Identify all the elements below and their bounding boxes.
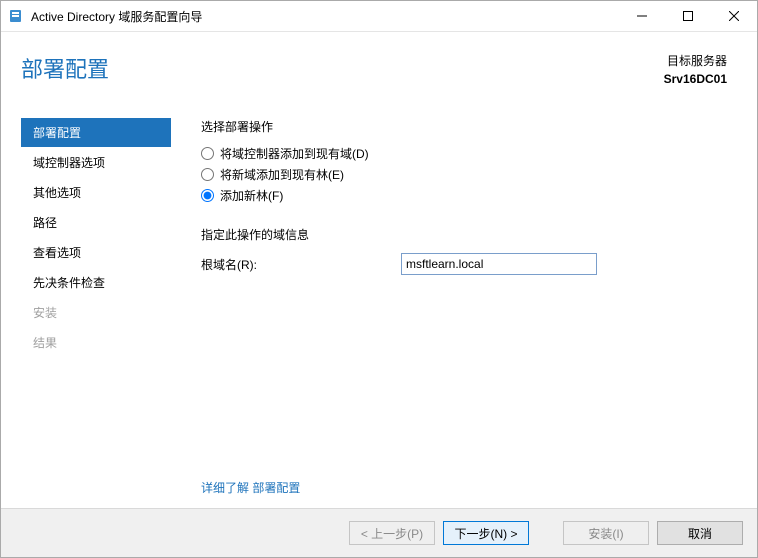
- minimize-icon: [637, 11, 647, 21]
- sidebar-item-0[interactable]: 部署配置: [21, 118, 171, 147]
- deployment-radio-label-0: 将域控制器添加到现有域(D): [220, 145, 369, 162]
- next-button[interactable]: 下一步(N) >: [443, 521, 529, 545]
- sidebar-item-4[interactable]: 查看选项: [21, 238, 171, 267]
- root-domain-input[interactable]: [401, 253, 597, 275]
- sidebar-item-3[interactable]: 路径: [21, 208, 171, 237]
- deployment-radio-1[interactable]: 将新域添加到现有林(E): [201, 166, 717, 183]
- deployment-radio-label-1: 将新域添加到现有林(E): [220, 166, 344, 183]
- app-icon: [9, 8, 25, 24]
- page-title: 部署配置: [21, 52, 664, 84]
- sidebar-item-5[interactable]: 先决条件检查: [21, 268, 171, 297]
- deployment-radio-input-1[interactable]: [201, 168, 214, 181]
- previous-button[interactable]: < 上一步(P): [349, 521, 435, 545]
- titlebar: Active Directory 域服务配置向导: [1, 1, 757, 32]
- deployment-radio-input-2[interactable]: [201, 189, 214, 202]
- install-button[interactable]: 安装(I): [563, 521, 649, 545]
- wizard-body: 部署配置域控制器选项其他选项路径查看选项先决条件检查安装结果 选择部署操作 将域…: [1, 98, 757, 508]
- wizard-sidebar: 部署配置域控制器选项其他选项路径查看选项先决条件检查安装结果: [1, 98, 171, 508]
- deployment-radio-0[interactable]: 将域控制器添加到现有域(D): [201, 145, 717, 162]
- root-domain-row: 根域名(R):: [201, 253, 717, 275]
- sidebar-item-2[interactable]: 其他选项: [21, 178, 171, 207]
- wizard-content: 选择部署操作 将域控制器添加到现有域(D) 将新域添加到现有林(E) 添加新林(F)…: [171, 98, 757, 508]
- wizard-footer: < 上一步(P) 下一步(N) > 安装(I) 取消: [1, 508, 757, 557]
- deployment-radio-input-0[interactable]: [201, 147, 214, 160]
- cancel-button[interactable]: 取消: [657, 521, 743, 545]
- domain-info-label: 指定此操作的域信息: [201, 226, 717, 243]
- root-domain-label: 根域名(R):: [201, 256, 401, 273]
- wizard-header: 部署配置 目标服务器 Srv16DC01: [1, 32, 757, 98]
- select-operation-label: 选择部署操作: [201, 118, 717, 135]
- wizard-window: Active Directory 域服务配置向导 部署配置 目标服务器 Srv1…: [0, 0, 758, 558]
- learn-more-link[interactable]: 详细了解 部署配置: [201, 479, 300, 496]
- deployment-radio-group: 将域控制器添加到现有域(D) 将新域添加到现有林(E) 添加新林(F): [201, 145, 717, 204]
- close-icon: [729, 11, 739, 21]
- deployment-radio-2[interactable]: 添加新林(F): [201, 187, 717, 204]
- deployment-radio-label-2: 添加新林(F): [220, 187, 283, 204]
- sidebar-item-1[interactable]: 域控制器选项: [21, 148, 171, 177]
- target-server-value: Srv16DC01: [664, 70, 727, 88]
- sidebar-item-7: 结果: [21, 328, 171, 357]
- target-server-label: 目标服务器: [664, 52, 727, 70]
- maximize-icon: [683, 11, 693, 21]
- window-title: Active Directory 域服务配置向导: [31, 8, 202, 25]
- target-server-block: 目标服务器 Srv16DC01: [664, 52, 727, 88]
- minimize-button[interactable]: [619, 1, 665, 31]
- sidebar-item-6: 安装: [21, 298, 171, 327]
- maximize-button[interactable]: [665, 1, 711, 31]
- close-button[interactable]: [711, 1, 757, 31]
